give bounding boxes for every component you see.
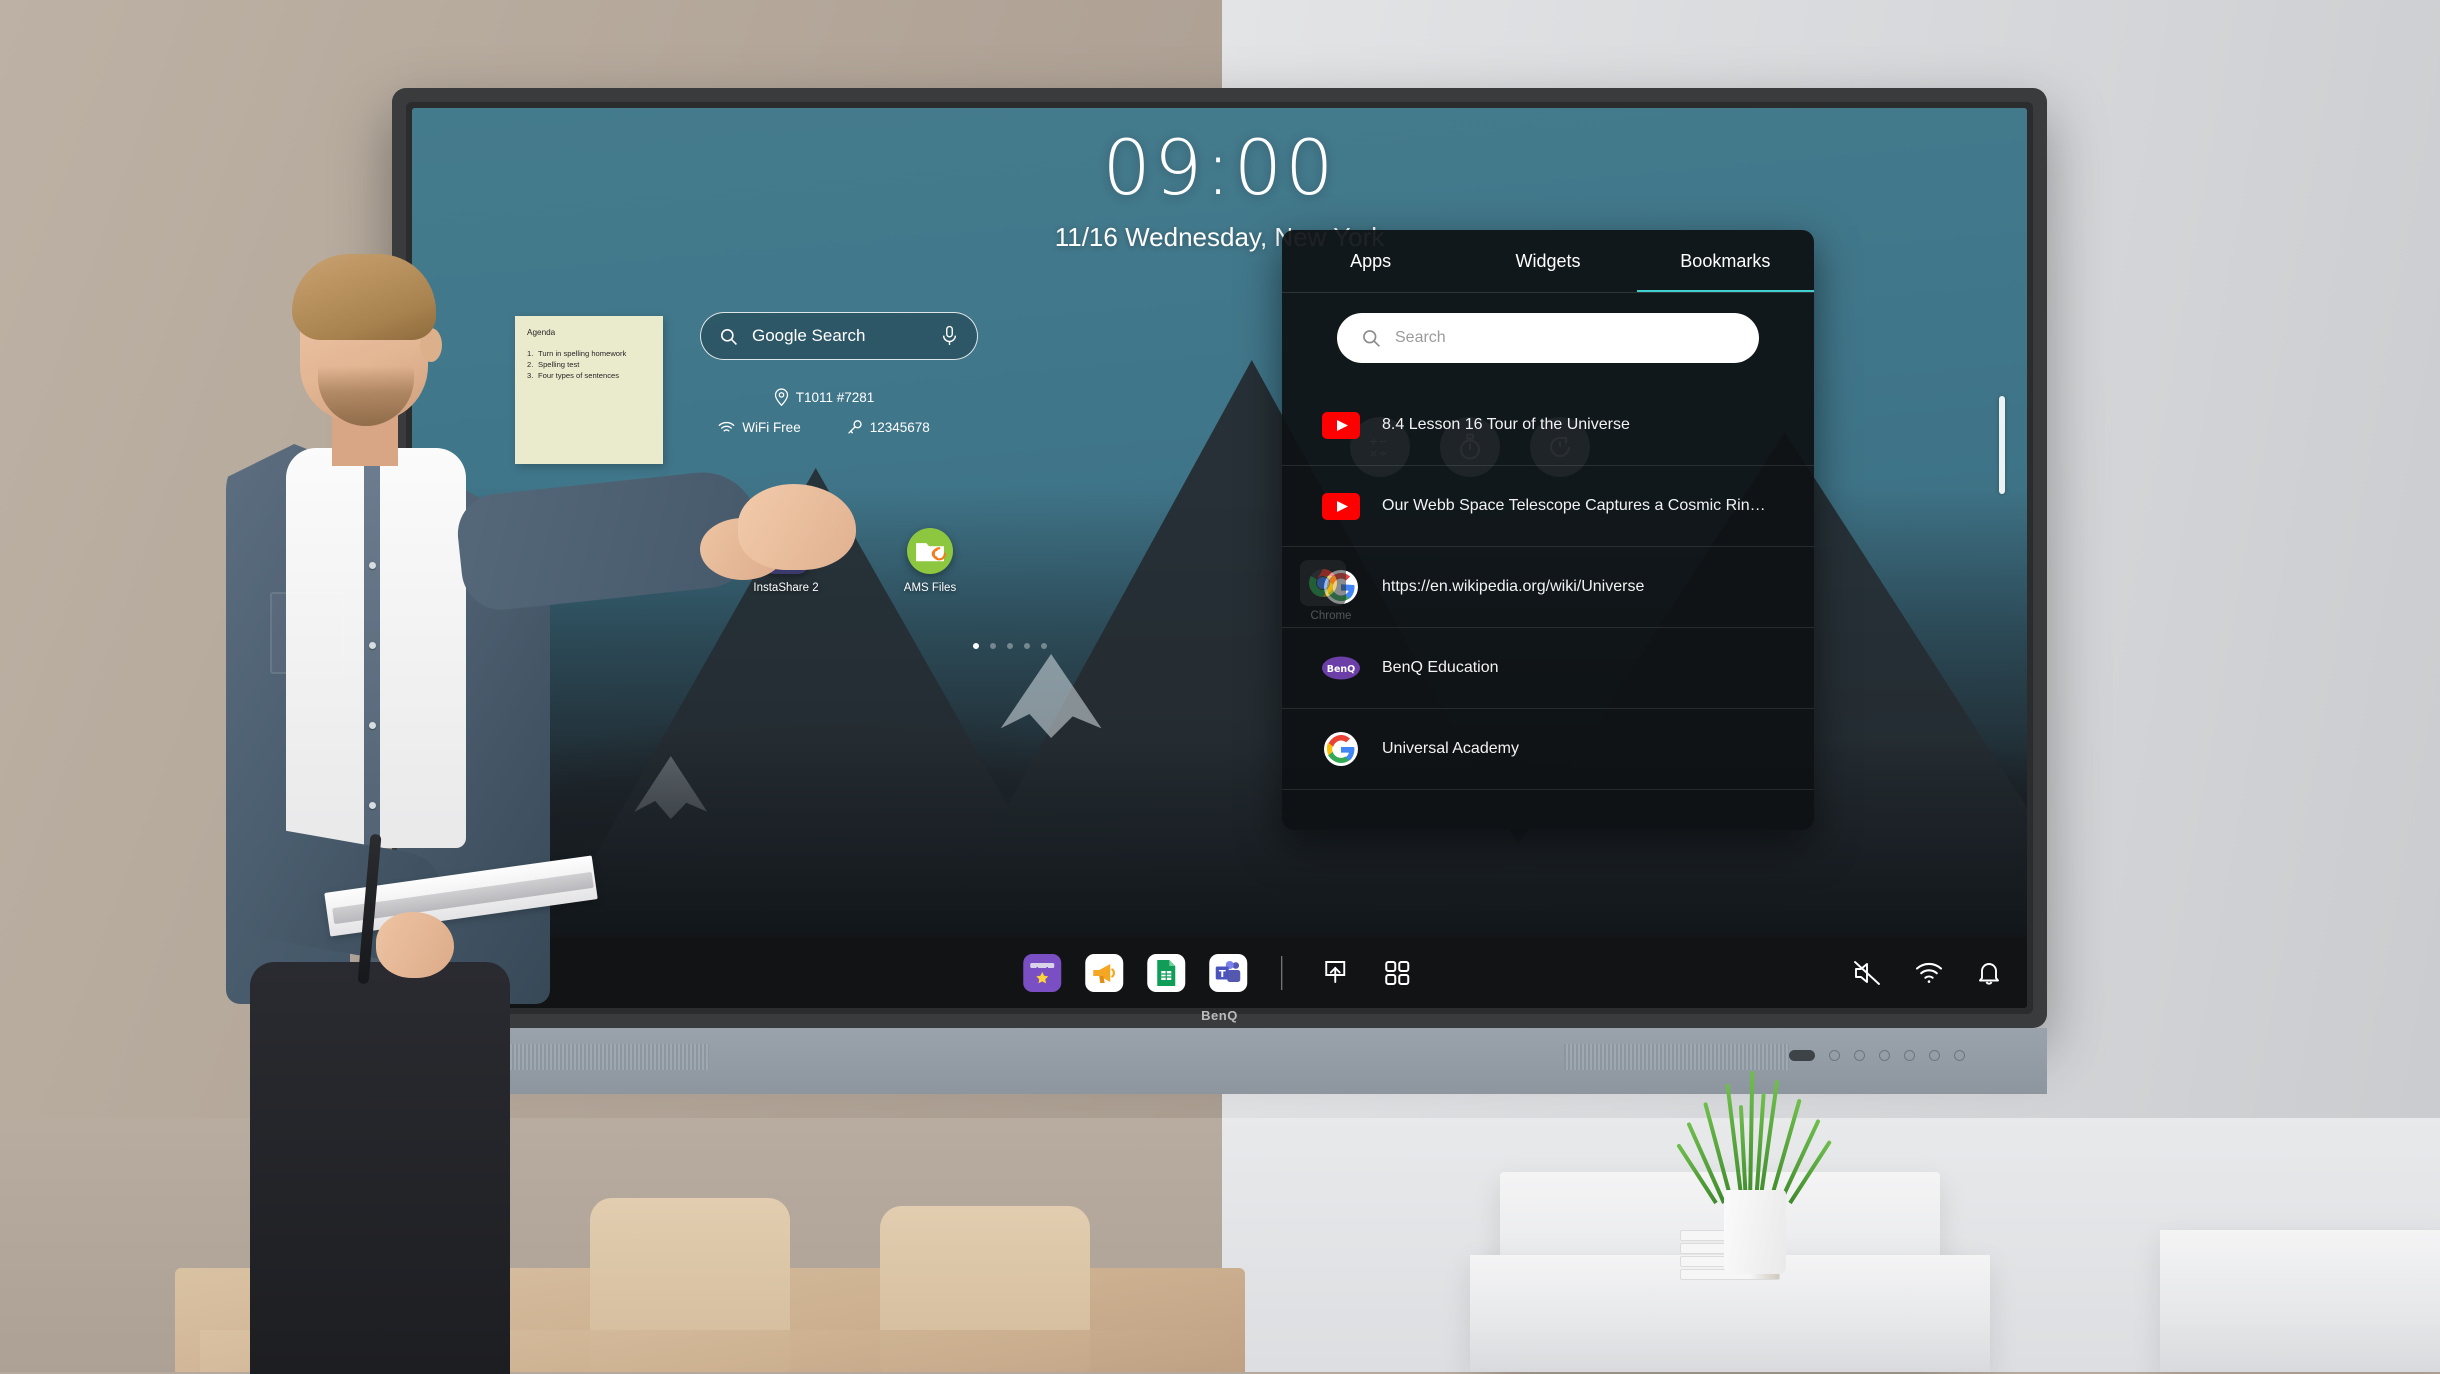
bookmark-row[interactable]: Universal Academy [1282, 709, 1814, 790]
presenter-hair [292, 254, 436, 340]
benq-icon: BenQ [1322, 649, 1360, 687]
bookmark-title: Our Webb Space Telescope Captures a Cosm… [1382, 497, 1774, 515]
bookmark-row[interactable]: Our Webb Space Telescope Captures a Cosm… [1282, 466, 1814, 547]
page-dot[interactable] [1041, 643, 1047, 649]
svg-text:BenQ: BenQ [1327, 664, 1356, 675]
tab-bookmarks-label: Bookmarks [1680, 251, 1770, 272]
shirt-button [369, 642, 376, 649]
page-dot[interactable] [1024, 643, 1030, 649]
taskbar-center-group: T [1023, 954, 1417, 992]
speaker-vent [1564, 1044, 1789, 1070]
search-input[interactable]: Search [1337, 313, 1759, 363]
tab-apps[interactable]: Apps [1282, 230, 1459, 292]
calendar-store-icon[interactable] [1023, 954, 1061, 992]
hardware-key-row [1789, 1050, 1965, 1061]
clock-time: 09:00 [412, 130, 2027, 206]
bookmark-title: 8.4 Lesson 16 Tour of the Universe [1382, 416, 1630, 434]
home-key[interactable] [1854, 1050, 1865, 1061]
search-icon [1361, 328, 1381, 348]
shirt-button [369, 802, 376, 809]
google-search-bar[interactable]: Google Search [700, 312, 978, 360]
mute-volume-icon[interactable] [1853, 960, 1881, 986]
tab-bookmarks[interactable]: Bookmarks [1637, 230, 1814, 292]
presenter-person [140, 262, 700, 1372]
right-counter [2160, 1230, 2440, 1372]
app-shortcut-ams-files[interactable]: AMS Files [884, 528, 976, 594]
presenter-shirt-pocket [270, 592, 344, 674]
notification-bell-icon[interactable] [1977, 960, 2001, 986]
plant-pot [1724, 1190, 1786, 1274]
wifi-name-cell: WiFi Free [718, 420, 801, 435]
back-key[interactable] [1879, 1050, 1890, 1061]
tab-widgets-label: Widgets [1515, 251, 1580, 272]
page-dot[interactable] [990, 643, 996, 649]
settings-key[interactable] [1904, 1050, 1915, 1061]
launcher-tabs: Apps Widgets Bookmarks [1282, 230, 1814, 292]
google-icon [1322, 730, 1360, 768]
broadcast-megaphone-icon[interactable] [1085, 954, 1123, 992]
app-grid-icon[interactable] [1378, 954, 1416, 992]
page-dot[interactable] [973, 643, 979, 649]
panel-search-wrapper: Search [1282, 293, 1814, 385]
bookmark-title: https://en.wikipedia.org/wiki/Universe [1382, 578, 1644, 596]
wifi-status-icon[interactable] [1915, 962, 1943, 984]
shirt-button [369, 722, 376, 729]
classroom-scene: 09:00 11/16 Wednesday, New York Agenda 1… [0, 0, 2440, 1372]
potted-plant-leaves [1700, 1068, 1812, 1203]
bookmark-title: BenQ Education [1382, 659, 1499, 677]
page-dot[interactable] [1007, 643, 1013, 649]
microsoft-teams-icon[interactable]: T [1209, 954, 1247, 992]
microphone-icon[interactable] [940, 325, 959, 347]
app-shortcut-label: InstaShare 2 [740, 582, 832, 594]
google-sheets-icon[interactable] [1147, 954, 1185, 992]
presenter-pointing-hand [738, 484, 856, 570]
youtube-icon [1322, 487, 1360, 525]
taskbar-divider [1281, 956, 1283, 990]
wifi-name-label: WiFi Free [742, 420, 801, 435]
launcher-panel: Apps Widgets Bookmarks [1282, 230, 1814, 830]
screen-share-upload-icon[interactable] [1316, 954, 1354, 992]
key-icon [847, 419, 863, 435]
bookmark-row[interactable]: 8.4 Lesson 16 Tour of the Universe [1282, 385, 1814, 466]
chrome-icon: Chrome [1300, 560, 1362, 622]
volume-up-key[interactable] [1954, 1050, 1965, 1061]
search-input-placeholder: Search [1395, 329, 1446, 347]
wifi-icon [718, 421, 735, 434]
app-shortcut-label: AMS Files [884, 582, 976, 594]
bookmark-row[interactable]: BenQ BenQ Education [1282, 628, 1814, 709]
svg-text:T: T [1218, 968, 1225, 979]
location-pin-icon [774, 388, 789, 406]
tab-apps-label: Apps [1350, 251, 1391, 272]
chrome-label: Chrome [1300, 610, 1362, 622]
bookmark-title: Universal Academy [1382, 740, 1519, 758]
shirt-button [369, 562, 376, 569]
vertical-scrollbar[interactable] [1999, 396, 2005, 494]
volume-down-key[interactable] [1929, 1050, 1940, 1061]
room-location-label: T1011 #7281 [796, 390, 875, 405]
presenter-holding-hand [376, 912, 454, 978]
presenter-trousers [250, 962, 510, 1374]
google-search-placeholder: Google Search [752, 326, 926, 346]
ir-sensor [1789, 1050, 1815, 1061]
power-key[interactable] [1829, 1050, 1840, 1061]
tab-widgets[interactable]: Widgets [1459, 230, 1636, 292]
search-icon [719, 327, 738, 346]
ams-files-icon [907, 528, 953, 574]
youtube-icon [1322, 406, 1360, 444]
taskbar-status-group [1853, 960, 2001, 986]
wifi-password-cell: 12345678 [847, 419, 930, 435]
wifi-password-label: 12345678 [870, 420, 930, 435]
